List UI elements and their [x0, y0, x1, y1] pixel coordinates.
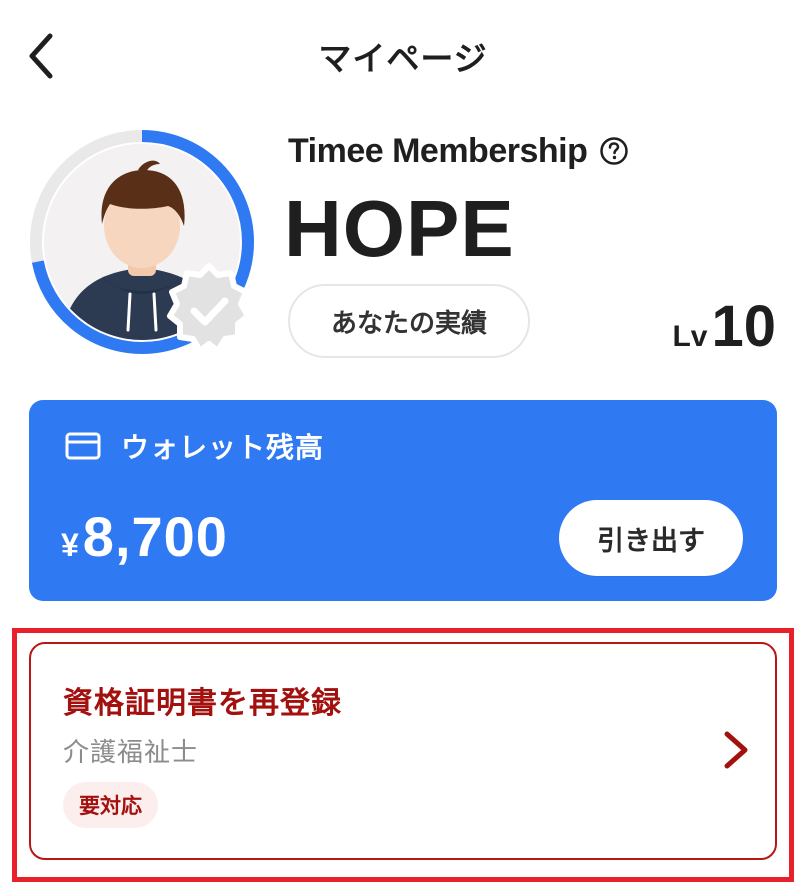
membership-label: Timee Membership [288, 131, 588, 170]
withdraw-button[interactable]: 引き出す [559, 500, 743, 576]
membership-row: Timee Membership [288, 128, 629, 174]
wallet-card[interactable]: ウォレット残高 ¥ 8,700 引き出す [29, 400, 777, 601]
alert-subtitle: 介護福祉士 [63, 738, 199, 768]
balance-amount: 8,700 [82, 505, 228, 568]
level-indicator: Lv 10 [672, 296, 776, 358]
alert-title: 資格証明書を再登録 [63, 686, 342, 721]
currency-symbol: ¥ [61, 527, 79, 563]
credit-card-icon [65, 432, 101, 460]
page-title: マイページ [318, 39, 488, 78]
level-prefix: Lv [672, 320, 708, 353]
level-value: 10 [711, 294, 776, 359]
question-circle-icon[interactable] [599, 136, 629, 166]
header: マイページ [0, 0, 806, 110]
wallet-balance: ¥ 8,700 [61, 504, 228, 569]
verified-badge-icon [160, 262, 258, 360]
action-required-badge: 要対応 [63, 782, 158, 828]
wallet-title: ウォレット残高 [121, 431, 325, 464]
wallet-header: ウォレット残高 [65, 426, 324, 466]
certificate-reregister-card[interactable]: 資格証明書を再登録 介護福祉士 要対応 [29, 642, 777, 860]
achievements-button[interactable]: あなたの実績 [288, 284, 530, 358]
my-page-screen: マイページ Timee Membership HOPE あなたの実績 Lv 10… [0, 0, 806, 885]
chevron-right-icon [724, 731, 748, 769]
rank-name: HOPE [284, 184, 515, 273]
